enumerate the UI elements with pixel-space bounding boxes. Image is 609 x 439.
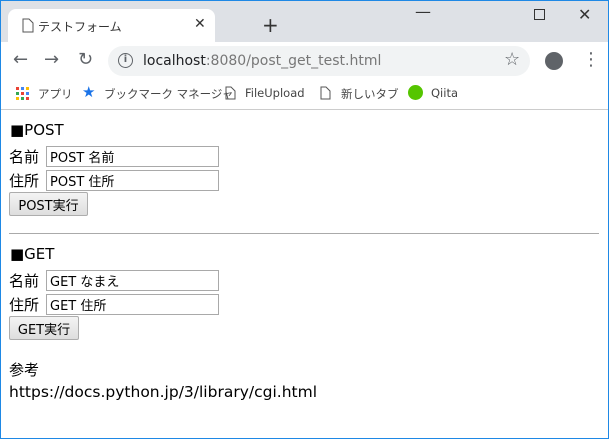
window-border <box>0 0 609 439</box>
